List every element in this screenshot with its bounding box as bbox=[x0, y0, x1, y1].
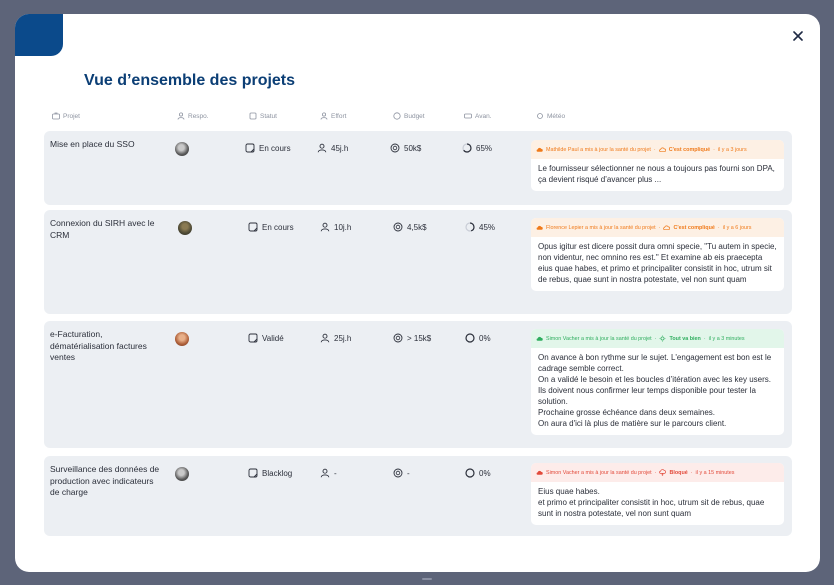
backdrop-handle bbox=[422, 578, 432, 580]
project-name: e-Facturation, dématérialisation facture… bbox=[50, 329, 147, 362]
meteo-comment: On avance à bon rythme sur le sujet. L'e… bbox=[538, 353, 772, 428]
cloud-outline-icon bbox=[663, 225, 671, 231]
coin-icon bbox=[393, 112, 401, 120]
column-effort[interactable]: Effort bbox=[320, 112, 346, 120]
meteo-state: C'est compliqué bbox=[668, 146, 711, 153]
storm-icon bbox=[659, 469, 667, 476]
column-meteo[interactable]: Météo bbox=[536, 112, 565, 120]
progress-value: 0% bbox=[465, 333, 491, 343]
meteo-card[interactable]: Florence Lepier a mis à jour la santé du… bbox=[531, 218, 784, 291]
meteo-header: Simon Vacher a mis à jour la santé du pr… bbox=[531, 329, 784, 348]
project-row[interactable]: Surveillance des données de production a… bbox=[44, 456, 792, 536]
meteo-comment: Eius quae habes. et primo et principalit… bbox=[538, 487, 765, 518]
cloud-outline-icon bbox=[658, 147, 666, 153]
progress-icon bbox=[464, 113, 472, 119]
meteo-comment: Le fournisseur sélectionner ne nous a to… bbox=[538, 164, 775, 184]
table-header: Projet Respo. Statut Effort Budget Avan.… bbox=[44, 110, 792, 124]
project-name: Connexion du SIRH avec le CRM bbox=[50, 218, 155, 240]
meteo-state: C'est compliqué bbox=[673, 224, 715, 231]
status-icon bbox=[248, 468, 258, 478]
status-icon bbox=[248, 222, 258, 232]
progress-ring-icon bbox=[465, 222, 475, 232]
meteo-header: Simon Vacher a mis à jour la santé du pr… bbox=[531, 463, 784, 482]
progress-value: 45% bbox=[465, 222, 495, 232]
effort-value: 45j.h bbox=[317, 143, 348, 153]
close-button[interactable] bbox=[788, 26, 808, 46]
avatar[interactable] bbox=[175, 467, 189, 481]
status-badge[interactable]: En cours bbox=[245, 143, 291, 153]
status-badge[interactable]: Validé bbox=[248, 333, 284, 343]
project-row[interactable]: Mise en place du SSO En cours 45j.h 50k$… bbox=[44, 131, 792, 205]
column-respo[interactable]: Respo. bbox=[177, 112, 209, 120]
budget-value: > 15k$ bbox=[393, 333, 431, 343]
close-icon bbox=[793, 31, 803, 41]
meteo-card[interactable]: Simon Vacher a mis à jour la santé du pr… bbox=[531, 463, 784, 525]
sun-icon bbox=[659, 335, 667, 342]
status-icon bbox=[245, 143, 255, 153]
budget-value: - bbox=[393, 468, 410, 478]
meteo-card[interactable]: Mathilde Paul a mis à jour la santé du p… bbox=[531, 140, 784, 191]
meteo-time: il y a 3 minutes bbox=[708, 335, 745, 342]
meteo-time: il y a 6 jours bbox=[722, 224, 752, 231]
meteo-time: il y a 3 jours bbox=[717, 146, 747, 153]
progress-ring-icon bbox=[465, 333, 475, 343]
meteo-time: il y a 15 minutes bbox=[695, 469, 735, 476]
cloud-icon bbox=[536, 225, 543, 230]
brand-corner-tab bbox=[15, 14, 63, 56]
meteo-card[interactable]: Simon Vacher a mis à jour la santé du pr… bbox=[531, 329, 784, 435]
effort-value: 10j.h bbox=[320, 222, 351, 232]
user-icon bbox=[177, 112, 185, 120]
projects-overview-modal: Vue d’ensemble des projets Projet Respo.… bbox=[15, 14, 820, 572]
effort-value: - bbox=[320, 468, 337, 478]
user-icon bbox=[320, 468, 330, 478]
column-avancement[interactable]: Avan. bbox=[464, 112, 492, 120]
cloud-icon bbox=[536, 470, 543, 475]
user-icon bbox=[317, 143, 327, 153]
coin-icon bbox=[393, 468, 403, 478]
meteo-state: Tout va bien bbox=[669, 335, 701, 342]
meteo-header: Florence Lepier a mis à jour la santé du… bbox=[531, 218, 784, 237]
coin-icon bbox=[390, 143, 400, 153]
progress-value: 65% bbox=[462, 143, 492, 153]
user-icon bbox=[320, 333, 330, 343]
status-badge[interactable]: En cours bbox=[248, 222, 294, 232]
coin-icon bbox=[393, 222, 403, 232]
user-icon bbox=[320, 222, 330, 232]
note-icon bbox=[249, 112, 257, 120]
weather-icon bbox=[537, 113, 543, 119]
meteo-header: Mathilde Paul a mis à jour la santé du p… bbox=[531, 140, 784, 159]
cloud-icon bbox=[536, 147, 543, 152]
progress-value: 0% bbox=[465, 468, 491, 478]
project-row[interactable]: Connexion du SIRH avec le CRM En cours 1… bbox=[44, 210, 792, 314]
project-name: Surveillance des données de production a… bbox=[50, 464, 160, 497]
column-budget[interactable]: Budget bbox=[393, 112, 425, 120]
effort-value: 25j.h bbox=[320, 333, 351, 343]
status-icon bbox=[248, 333, 258, 343]
page-title: Vue d’ensemble des projets bbox=[84, 72, 296, 89]
column-projet[interactable]: Projet bbox=[52, 112, 80, 120]
meteo-state: Bloqué bbox=[669, 469, 688, 476]
avatar[interactable] bbox=[175, 332, 189, 346]
coin-icon bbox=[393, 333, 403, 343]
column-statut[interactable]: Statut bbox=[249, 112, 277, 120]
progress-ring-icon bbox=[462, 143, 472, 153]
briefcase-icon bbox=[52, 112, 60, 120]
meteo-comment: Opus igitur est dicere possit dura omni … bbox=[538, 242, 777, 284]
user-icon bbox=[320, 112, 328, 120]
budget-value: 50k$ bbox=[390, 143, 421, 153]
status-badge[interactable]: Blacklog bbox=[248, 468, 292, 478]
progress-ring-icon bbox=[465, 468, 475, 478]
budget-value: 4,5k$ bbox=[393, 222, 427, 232]
avatar[interactable] bbox=[175, 142, 189, 156]
project-name: Mise en place du SSO bbox=[50, 139, 135, 149]
cloud-icon bbox=[536, 336, 543, 341]
avatar[interactable] bbox=[178, 221, 192, 235]
project-row[interactable]: e-Facturation, dématérialisation facture… bbox=[44, 321, 792, 448]
